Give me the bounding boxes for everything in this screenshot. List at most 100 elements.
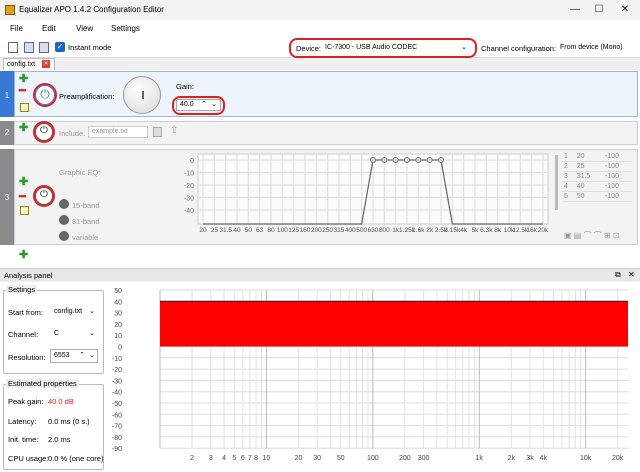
eq-band-table[interactable]: 1 20 -100 2 25 -100 3 31.5 -100 4 40 -100 5 50 -100 (562, 152, 632, 202)
close-button[interactable]: ✕ (615, 3, 635, 17)
eq-band-handle (392, 157, 399, 163)
analysis-x-tick: 4 (222, 455, 226, 462)
analysis-y-tick: -80 (112, 435, 122, 442)
menu-edit[interactable]: Edit (42, 24, 56, 33)
start-from-select[interactable]: config.txt ⌄ (50, 305, 98, 319)
radio-31-band[interactable] (59, 215, 69, 225)
table-row[interactable]: 4 40 -100 (562, 181, 632, 192)
table-cell[interactable]: 5 (562, 191, 575, 202)
gain-input[interactable]: 40.0 ⌃ ⌄ (176, 99, 221, 111)
radio-15-band[interactable] (59, 199, 69, 209)
tab-label: config.txt (7, 61, 36, 68)
spin-down-icon[interactable]: ⌄ (89, 350, 95, 362)
table-cell[interactable]: 25 (574, 161, 604, 172)
edit-icon[interactable] (20, 206, 29, 215)
table-row[interactable]: 3 31.5 -100 (562, 171, 632, 182)
maximize-button[interactable]: ☐ (589, 3, 609, 17)
table-cell[interactable]: 20 (574, 152, 604, 162)
analysis-y-tick: 10 (114, 333, 122, 340)
spin-up-icon[interactable]: ⌃ (201, 100, 207, 110)
table-cell[interactable]: 2 (562, 161, 575, 172)
table-cell[interactable]: 40 (574, 181, 604, 192)
device-select[interactable]: IC-7300 - USB Audio CODEC ⌄ (321, 41, 472, 55)
minimize-button[interactable]: — (565, 3, 585, 17)
graphic-eq-graph[interactable]: 0-10-20-30-4020 25 31.5 40 50 63 80 100 125 160 20… (108, 152, 558, 237)
analysis-x-tick: 1k (476, 455, 484, 462)
gain-value: 40.0 (180, 101, 194, 108)
analysis-title: Analysis panel (4, 271, 53, 280)
knob-indicator (142, 91, 144, 99)
eq-x-tick: 1.6k (412, 227, 425, 234)
undock-icon[interactable]: ⧉ (615, 270, 621, 280)
eq-tool-icons[interactable]: ▣ ▤ ⌒ ⌒ ⊞ ⊡ (564, 231, 620, 240)
table-cell[interactable]: 31.5 (574, 171, 604, 182)
table-cell[interactable]: 1 (562, 152, 575, 162)
eq-y-tick: -10 (184, 171, 194, 178)
analysis-x-tick: 20k (612, 455, 624, 462)
include-file-input[interactable]: example.txt (88, 126, 148, 138)
eq-x-tick: 6.3k (480, 227, 493, 234)
analysis-y-tick: -10 (112, 356, 122, 363)
peak-gain-value: 40.0 dB (48, 397, 74, 406)
eq-band-handle (381, 157, 388, 163)
analysis-x-tick: 300 (418, 455, 430, 462)
resolution-input[interactable]: 6553 ⌃ ⌄ (50, 349, 98, 363)
table-row[interactable]: 5 50 -100 (562, 191, 632, 202)
remove-icon[interactable]: ━ (19, 84, 26, 97)
save-file-icon[interactable] (39, 42, 49, 53)
save-icon[interactable] (153, 127, 162, 137)
radio-variable[interactable] (59, 231, 69, 241)
eq-x-tick: 31.5 (219, 227, 232, 234)
open-arrow-icon[interactable]: ⇧ (170, 125, 178, 136)
table-cell[interactable]: -100 (603, 171, 632, 182)
channel-select[interactable]: C ⌄ (50, 327, 98, 341)
table-cell[interactable]: 3 (562, 171, 575, 182)
menu-view[interactable]: View (76, 24, 93, 33)
table-cell[interactable]: -100 (603, 181, 632, 192)
graphic-eq-label: Graphic EQ: (59, 168, 101, 177)
window-title: Equalizer APO 1.4.2 Configuration Editor (19, 5, 164, 14)
table-row[interactable]: 2 25 -100 (562, 161, 632, 172)
menu-file[interactable]: File (10, 24, 23, 33)
start-from-value: config.txt (54, 308, 83, 315)
add-filter-icon[interactable]: ✚ (19, 248, 28, 261)
init-time-value: 2.0 ms (48, 435, 71, 444)
analysis-x-tick: 20 (295, 455, 303, 462)
power-icon[interactable]: ⏻ (35, 187, 53, 205)
analysis-x-tick: 5 (232, 455, 236, 462)
spin-up-icon[interactable]: ⌃ (79, 350, 85, 362)
analysis-x-tick: 200 (399, 455, 411, 462)
channel-config-select[interactable]: From device (Mono) (556, 41, 638, 55)
analysis-x-tick: 10k (580, 455, 592, 462)
power-icon[interactable]: ⏻ (35, 123, 53, 141)
table-cell[interactable]: 4 (562, 181, 575, 192)
chevron-down-icon: ⌄ (89, 330, 95, 337)
table-cell[interactable]: -100 (603, 161, 632, 172)
channel-label: Channel: (8, 330, 39, 339)
menu-settings[interactable]: Settings (111, 24, 140, 33)
analysis-x-tick: 50 (337, 455, 345, 462)
eq-x-tick: 80 (267, 227, 275, 234)
analysis-y-tick: 30 (114, 311, 122, 318)
remove-icon[interactable]: ━ (19, 190, 26, 203)
table-cell[interactable]: -100 (603, 152, 632, 162)
eq-scrollbar[interactable] (555, 155, 558, 210)
new-file-icon[interactable] (8, 42, 18, 53)
analysis-graph[interactable]: 50403020100-10-20-30-40-50-60-70-80-902 3… (108, 284, 638, 472)
open-file-icon[interactable] (24, 42, 34, 53)
table-cell[interactable]: -100 (603, 191, 632, 202)
eq-x-tick: 500 (356, 227, 367, 234)
close-tab-icon[interactable]: ✕ (42, 60, 50, 68)
gain-knob[interactable] (123, 76, 161, 114)
spin-down-icon[interactable]: ⌄ (211, 100, 217, 110)
analysis-y-tick: -90 (112, 446, 122, 453)
instant-mode-checkbox[interactable]: ✓ (55, 42, 65, 52)
add-icon[interactable]: ✚ (19, 121, 28, 134)
table-cell[interactable]: 50 (574, 191, 604, 202)
power-icon[interactable]: ⏻ (35, 85, 55, 105)
device-value: IC-7300 - USB Audio CODEC (325, 44, 418, 51)
add-icon[interactable]: ✚ (19, 175, 28, 188)
edit-icon[interactable] (20, 103, 29, 112)
table-row[interactable]: 1 20 -100 (562, 152, 632, 162)
close-panel-icon[interactable]: ✕ (628, 270, 635, 279)
